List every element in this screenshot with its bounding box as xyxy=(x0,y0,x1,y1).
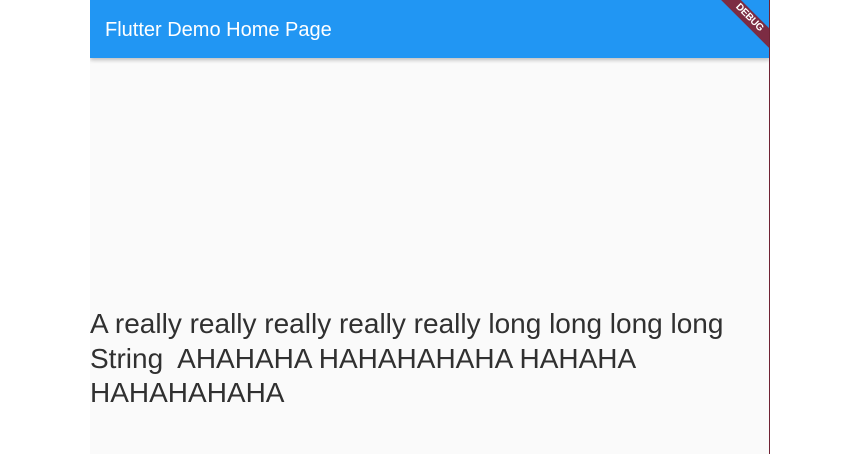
app-bar-title: Flutter Demo Home Page xyxy=(105,19,332,41)
flutter-app-window: Flutter Demo Home Page DEBUG A really re… xyxy=(90,0,770,454)
long-string-text: A really really really really really lon… xyxy=(90,308,732,408)
app-bar: Flutter Demo Home Page xyxy=(90,0,769,58)
home-page-body: A really really really really really lon… xyxy=(90,58,769,454)
